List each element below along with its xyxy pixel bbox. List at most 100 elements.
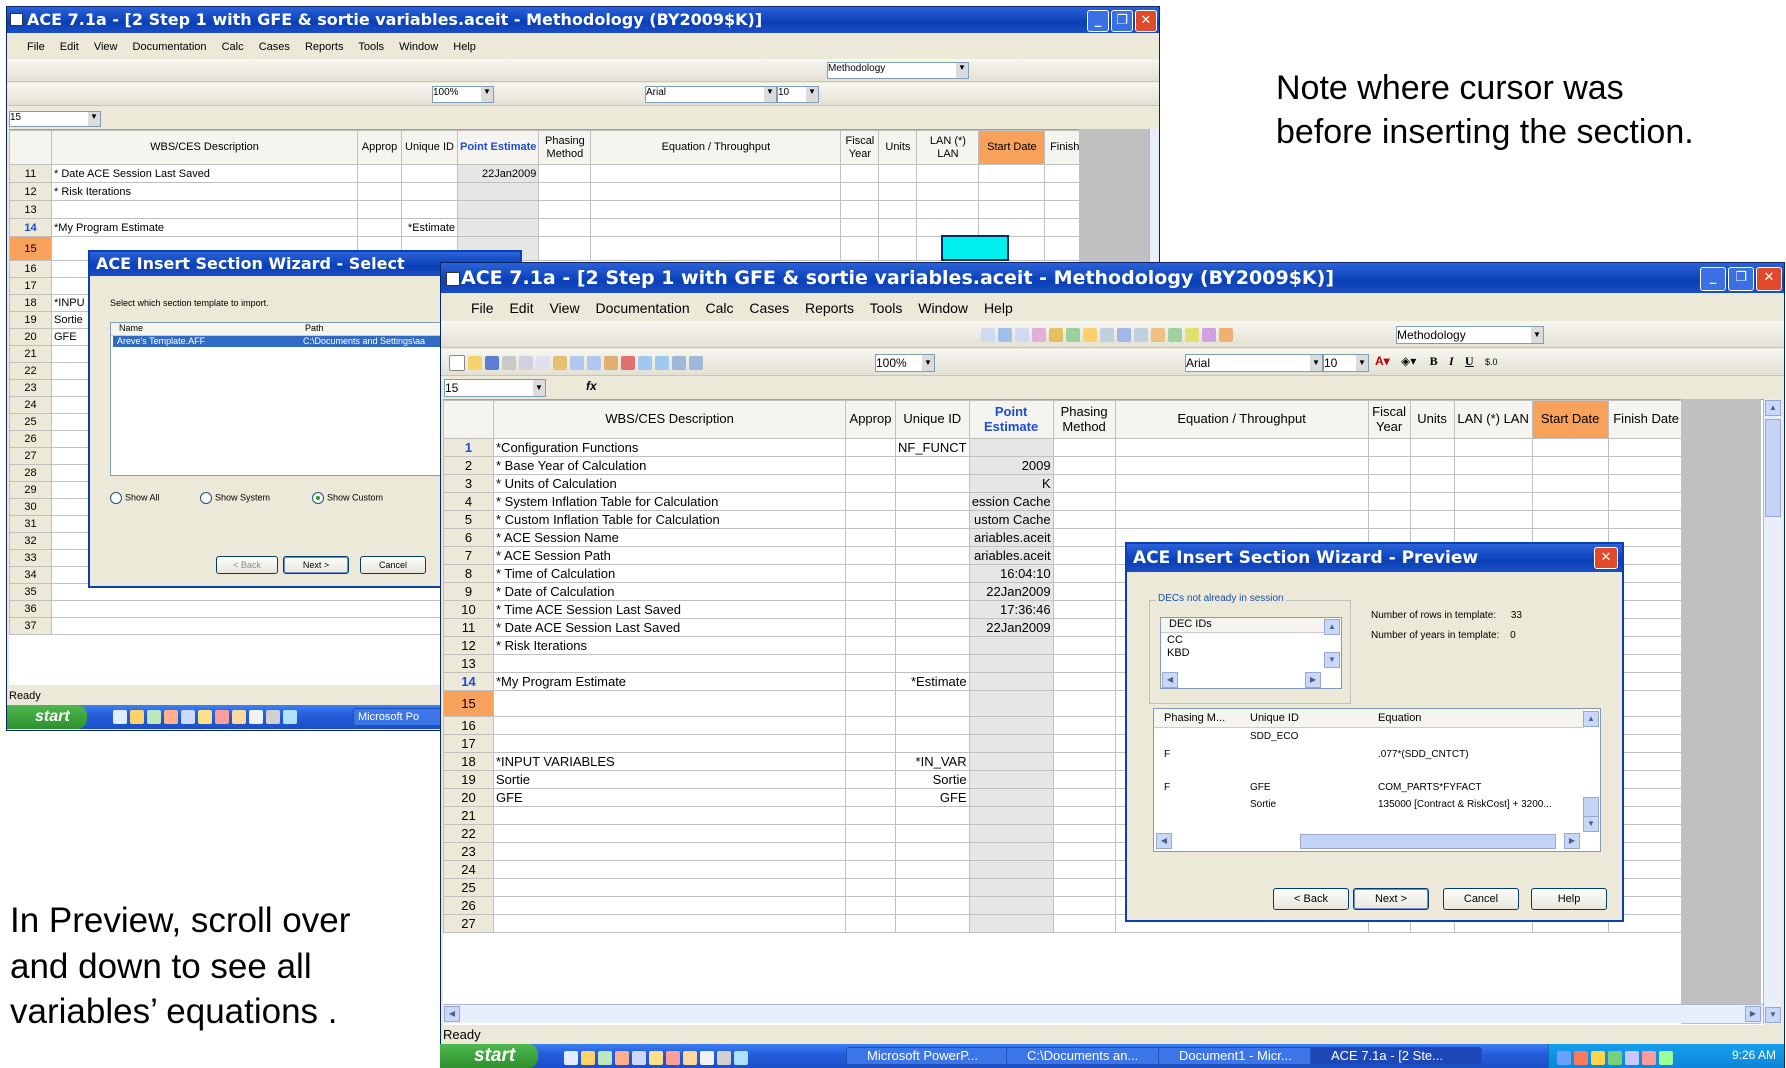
cell-desc[interactable] xyxy=(493,842,846,861)
scroll-left-icon[interactable]: ◀ xyxy=(1162,672,1178,688)
fx-icon[interactable]: fx xyxy=(586,379,597,393)
row-header[interactable]: 1 xyxy=(443,438,494,457)
restore-icon[interactable]: ❐ xyxy=(1111,10,1133,32)
toolbar-icon[interactable] xyxy=(1066,327,1080,342)
col-fiscal-year[interactable]: Fiscal Year xyxy=(840,130,880,165)
toolbar-icon[interactable] xyxy=(1049,327,1063,342)
cell-lan[interactable] xyxy=(1453,438,1533,457)
cell-desc[interactable]: *INPUT VARIABLES xyxy=(493,752,846,771)
col-start-date[interactable]: Start Date xyxy=(978,130,1046,165)
cell-fiscal-year[interactable] xyxy=(1367,492,1411,511)
cell-point-estimate[interactable] xyxy=(968,672,1054,691)
row-header[interactable]: 25 xyxy=(9,413,52,431)
copy-icon[interactable] xyxy=(536,355,550,370)
cell-point-estimate[interactable] xyxy=(968,914,1054,933)
cell-approp[interactable] xyxy=(845,528,896,547)
indent-icon[interactable] xyxy=(604,355,618,370)
cell-uid[interactable] xyxy=(895,716,970,735)
tray-icon[interactable] xyxy=(1591,1050,1605,1065)
minimize-icon[interactable]: _ xyxy=(1087,10,1109,32)
cell-uid[interactable] xyxy=(895,456,970,475)
row-header[interactable]: 3 xyxy=(443,474,494,493)
row-header[interactable]: 34 xyxy=(9,566,52,584)
decimal-icon[interactable]: $.0 xyxy=(1485,357,1498,367)
row-header[interactable]: 16 xyxy=(443,716,494,735)
cell-point-estimate[interactable] xyxy=(968,438,1054,457)
row-header[interactable]: 36 xyxy=(9,600,52,618)
cell-uid[interactable] xyxy=(895,636,970,655)
table-row[interactable]: 1 *Configuration Functions NF_FUNCT xyxy=(443,438,1685,457)
cell-desc[interactable]: * Time of Calculation xyxy=(493,564,846,583)
percent-icon[interactable] xyxy=(655,355,669,370)
cell-point-estimate[interactable]: 2009 xyxy=(968,456,1054,475)
font-size-combo[interactable]: 10 ▼ xyxy=(777,86,819,103)
cell-phasing[interactable] xyxy=(1052,690,1116,717)
tray-icon[interactable] xyxy=(1557,1050,1571,1065)
menu-documentation[interactable]: Documentation xyxy=(133,41,207,53)
table-row[interactable]: 2 * Base Year of Calculation 2009 xyxy=(443,456,1685,475)
cell-point-estimate[interactable]: 22Jan2009 xyxy=(456,164,540,183)
col-phasing[interactable]: Phasing M... xyxy=(1164,709,1225,727)
cell-uid[interactable] xyxy=(401,182,458,201)
col-desc[interactable]: WBS/CES Description xyxy=(51,130,358,165)
cell-finish-date[interactable] xyxy=(1607,510,1685,529)
cell-uid[interactable] xyxy=(895,824,970,843)
cell-desc[interactable]: * Date ACE Session Last Saved xyxy=(51,164,358,183)
menu-help[interactable]: Help xyxy=(984,300,1013,316)
cell-equation[interactable] xyxy=(1114,510,1369,529)
cell-point-estimate[interactable] xyxy=(968,842,1054,861)
row-header[interactable]: 24 xyxy=(9,396,52,414)
front-vertical-scrollbar[interactable]: ▲ ▼ xyxy=(1763,399,1782,1024)
cell-start-date[interactable] xyxy=(1531,492,1609,511)
toolbar-icon[interactable] xyxy=(981,327,995,342)
row-header[interactable]: 11 xyxy=(9,164,52,183)
cell-uid[interactable]: *Estimate xyxy=(401,218,458,237)
cell-desc[interactable] xyxy=(493,716,846,735)
taskbar-explorer-task[interactable]: C:\Documents an... xyxy=(1006,1047,1170,1065)
cell-approp[interactable] xyxy=(845,672,896,691)
row-header[interactable]: 20 xyxy=(443,788,494,807)
cell-fiscal-year[interactable] xyxy=(1367,456,1411,475)
cell-units[interactable] xyxy=(1409,474,1455,493)
col-path[interactable]: Path xyxy=(305,323,324,333)
row-header[interactable]: 5 xyxy=(443,510,494,529)
view-combo[interactable]: Methodology ▼ xyxy=(827,62,969,79)
preview-row[interactable]: Sortie 135000 [Contract & RiskCost] + 32… xyxy=(1154,799,1584,813)
row-header[interactable]: 9 xyxy=(443,582,494,601)
name-box[interactable]: 15 ▼ xyxy=(9,111,101,127)
cell-units[interactable] xyxy=(1409,438,1455,457)
row-header[interactable]: 26 xyxy=(443,896,494,915)
cell-approp[interactable] xyxy=(845,636,896,655)
cell-point-estimate[interactable] xyxy=(968,806,1054,825)
cell-equation[interactable] xyxy=(1114,438,1369,457)
cell-uid[interactable] xyxy=(895,510,970,529)
cell-phasing[interactable] xyxy=(1052,618,1116,637)
cell-phasing[interactable] xyxy=(1052,474,1116,493)
menu-window[interactable]: Window xyxy=(399,41,438,53)
toolbar-icon[interactable] xyxy=(998,327,1012,342)
font-combo[interactable]: Arial ▼ xyxy=(1185,354,1323,372)
cell-desc[interactable] xyxy=(493,690,846,717)
browser-icon[interactable] xyxy=(283,710,297,724)
col-name[interactable]: Name xyxy=(119,323,143,333)
row-header[interactable]: 30 xyxy=(9,498,52,516)
toolbar-icon[interactable] xyxy=(1219,327,1233,342)
cell-equation[interactable] xyxy=(1114,474,1369,493)
cell-phasing[interactable] xyxy=(1052,654,1116,673)
scroll-left-icon[interactable]: ◀ xyxy=(444,1006,460,1022)
row-header[interactable]: 7 xyxy=(443,546,494,565)
row-header[interactable]: 20 xyxy=(9,328,52,346)
cell-uid[interactable] xyxy=(895,896,970,915)
cell-phasing[interactable] xyxy=(1052,752,1116,771)
col-approp[interactable]: Approp xyxy=(357,130,402,165)
cell-phasing[interactable] xyxy=(1052,734,1116,753)
cell-start-date[interactable] xyxy=(1531,474,1609,493)
cell-desc[interactable] xyxy=(493,734,846,753)
paste-icon[interactable] xyxy=(553,355,567,370)
close-icon[interactable]: ✕ xyxy=(1135,10,1157,32)
cell-uid[interactable] xyxy=(895,734,970,753)
acrobat-icon[interactable] xyxy=(215,710,229,724)
menu-tools[interactable]: Tools xyxy=(358,41,384,53)
row-header[interactable]: 14 xyxy=(443,672,494,691)
row-header[interactable]: 18 xyxy=(9,294,52,312)
